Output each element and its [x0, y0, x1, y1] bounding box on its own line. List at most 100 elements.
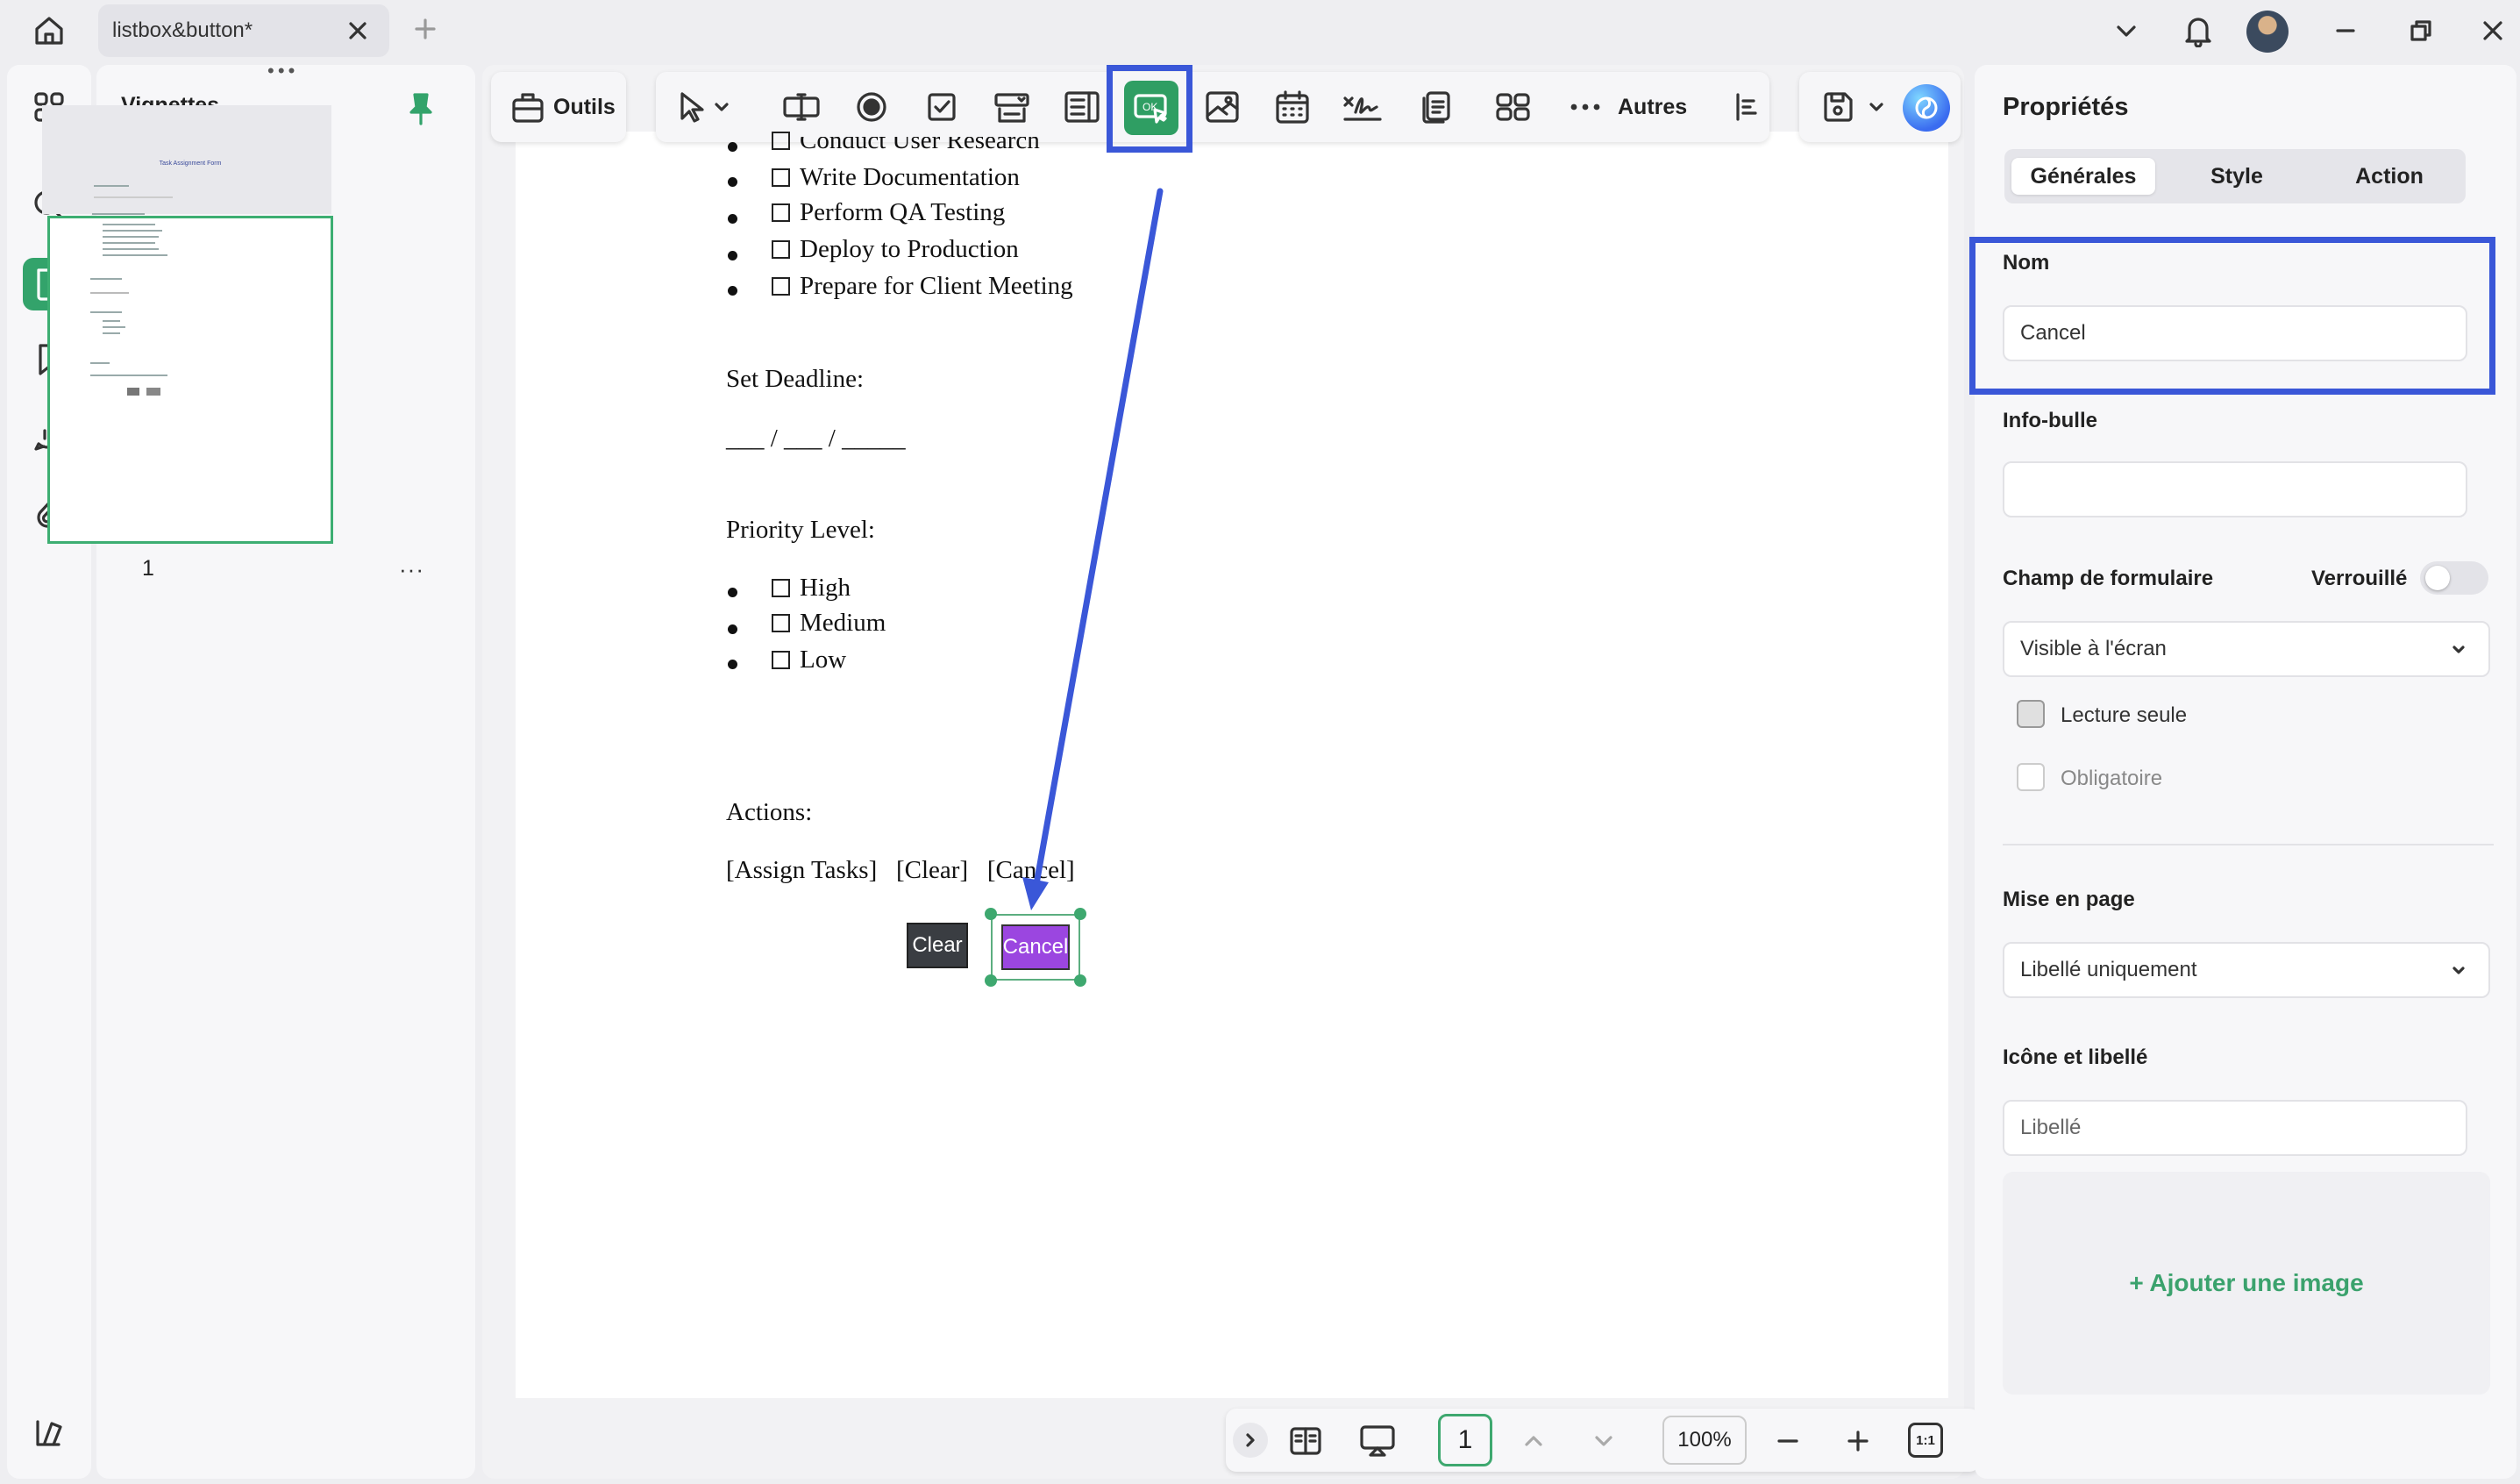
champ-label: Champ de formulaire: [2003, 567, 2214, 590]
zoom-level[interactable]: 100%: [1662, 1416, 1747, 1465]
pointer-dropdown-icon[interactable]: [708, 84, 735, 130]
zoom-out-icon[interactable]: [1768, 1421, 1808, 1461]
thumbnail-mini-title: Task Assignment Form: [159, 161, 222, 167]
resize-handle[interactable]: [1074, 908, 1086, 920]
deadline-blank: ___ / ___ / _____: [726, 425, 906, 453]
nom-value: Cancel: [2020, 321, 2086, 345]
task-item: Perform QA Testing: [800, 198, 1006, 226]
reading-mode-icon[interactable]: [1285, 1421, 1326, 1461]
zoom-in-icon[interactable]: [1838, 1421, 1878, 1461]
tab-style[interactable]: Style: [2171, 158, 2303, 195]
lecture-seule-checkbox[interactable]: [2017, 700, 2045, 728]
restore-icon[interactable]: [2399, 11, 2443, 51]
previous-page-icon[interactable]: [1513, 1421, 1554, 1461]
tab-title: listbox&button*: [112, 18, 253, 42]
page-thumbnail[interactable]: Task Assignment Form: [47, 161, 333, 544]
resize-handle[interactable]: [985, 908, 997, 920]
actions-label: Actions:: [726, 798, 813, 826]
text-field-icon[interactable]: [779, 84, 824, 130]
divider: [2003, 844, 2494, 845]
lecture-seule-label: Lecture seule: [2061, 703, 2188, 727]
thumbnail-header-area: [42, 105, 331, 214]
avatar[interactable]: [2246, 11, 2289, 53]
date-field-icon[interactable]: [1270, 84, 1315, 130]
resize-handle[interactable]: [985, 974, 997, 987]
panel-resize-handle[interactable]: • • •: [267, 61, 295, 81]
list-box-icon[interactable]: [1059, 84, 1105, 130]
tab-generales[interactable]: Générales: [2011, 158, 2155, 195]
libelle-placeholder: Libellé: [2020, 1116, 2082, 1139]
chevron-down-icon: [2448, 639, 2469, 660]
visibility-select[interactable]: Visible à l'écran: [2003, 621, 2490, 677]
priority-label: Priority Level:: [726, 516, 875, 544]
verrouille-toggle[interactable]: [2420, 561, 2488, 595]
copy-field-icon[interactable]: [1413, 84, 1459, 130]
home-icon[interactable]: [25, 11, 74, 51]
clear-form-button[interactable]: Clear: [907, 923, 968, 968]
more-dots-icon[interactable]: [1568, 84, 1603, 130]
add-image-label: + Ajouter une image: [2129, 1269, 2364, 1296]
tools-icon[interactable]: [505, 84, 551, 130]
thumbnail-more-icon[interactable]: ···: [399, 556, 424, 583]
task-item: Prepare for Client Meeting: [800, 272, 1073, 300]
nom-label: Nom: [2003, 251, 2050, 275]
bell-icon[interactable]: [2176, 11, 2220, 51]
priority-item: High: [800, 574, 851, 602]
checkbox-icon[interactable]: [919, 84, 965, 130]
cancel-form-button[interactable]: Cancel: [1001, 924, 1070, 970]
combo-box-icon[interactable]: [989, 84, 1035, 130]
presentation-icon[interactable]: [1357, 1421, 1398, 1461]
infobulle-input[interactable]: [2003, 461, 2467, 517]
save-dropdown-icon[interactable]: [1862, 84, 1890, 130]
close-tab-icon[interactable]: [345, 18, 370, 43]
icone-libelle-label: Icône et libellé: [2003, 1045, 2148, 1069]
document-tab[interactable]: listbox&button*: [98, 4, 389, 57]
radio-button-icon[interactable]: [849, 84, 894, 130]
tab-action[interactable]: Action: [2320, 158, 2459, 195]
autres-button[interactable]: Autres: [1618, 95, 1687, 120]
task-item: Deploy to Production: [800, 235, 1019, 263]
properties-title: Propriétés: [2003, 93, 2129, 121]
add-image-button[interactable]: + Ajouter une image: [2003, 1172, 2490, 1395]
image-field-icon[interactable]: [1199, 84, 1245, 130]
pin-icon[interactable]: [403, 89, 438, 128]
libelle-input[interactable]: Libellé: [2003, 1100, 2467, 1156]
priority-item: Medium: [800, 609, 886, 637]
mise-en-page-label: Mise en page: [2003, 888, 2135, 911]
expand-icon[interactable]: [1233, 1423, 1268, 1458]
nom-input[interactable]: Cancel: [2003, 305, 2467, 361]
sidebar-toggle-icon[interactable]: [23, 1407, 75, 1459]
deadline-label: Set Deadline:: [726, 365, 865, 393]
chevron-down-icon: [2448, 960, 2469, 981]
verrouille-label: Verrouillé: [2311, 567, 2408, 590]
visibility-value: Visible à l'écran: [2020, 637, 2167, 660]
priority-item: Low: [800, 646, 847, 674]
actual-size-button[interactable]: 1:1: [1908, 1423, 1943, 1458]
outils-button[interactable]: Outils: [553, 95, 616, 120]
task-item: Write Documentation: [800, 163, 1020, 191]
grid-layout-icon[interactable]: [1491, 84, 1536, 130]
infobulle-label: Info-bulle: [2003, 409, 2097, 432]
mise-en-page-select[interactable]: Libellé uniquement: [2003, 942, 2490, 998]
align-left-icon[interactable]: [1724, 84, 1769, 130]
properties-tabs: Générales Style Action: [2004, 149, 2466, 203]
actions-line: [Assign Tasks] [Clear] [Cancel]: [726, 856, 1075, 884]
thumbnail-page-number: 1: [142, 556, 154, 581]
page-number-input[interactable]: 1: [1438, 1414, 1492, 1466]
select-pointer-icon[interactable]: [668, 84, 714, 130]
document-page: [516, 132, 1948, 1398]
chevron-down-icon[interactable]: [2104, 11, 2148, 51]
next-page-icon[interactable]: [1584, 1421, 1624, 1461]
obligatoire-label: Obligatoire: [2061, 767, 2163, 790]
resize-handle[interactable]: [1074, 974, 1086, 987]
minimize-icon[interactable]: [2324, 11, 2367, 51]
title-bar: listbox&button*: [0, 0, 2520, 61]
signature-field-icon[interactable]: [1340, 84, 1385, 130]
ai-assistant-icon[interactable]: [1903, 84, 1950, 132]
close-window-icon[interactable]: [2471, 11, 2515, 51]
new-tab-icon[interactable]: [409, 12, 442, 46]
obligatoire-checkbox[interactable]: [2017, 763, 2045, 791]
button-tool-icon[interactable]: OK: [1124, 81, 1178, 135]
save-icon[interactable]: [1815, 84, 1861, 130]
mise-en-page-value: Libellé uniquement: [2020, 958, 2197, 981]
